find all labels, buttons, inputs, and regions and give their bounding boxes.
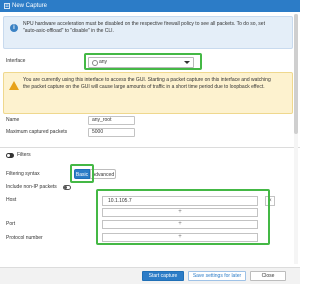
- scrollbar[interactable]: [294, 14, 298, 264]
- advanced-button[interactable]: Advanced: [90, 169, 116, 179]
- info-message: i NPU hardware acceleration must be disa…: [3, 16, 293, 49]
- warning-icon: [9, 81, 19, 90]
- start-capture-button[interactable]: Start capture: [142, 271, 184, 281]
- dialog-footer: Start capture Save settings for later Cl…: [0, 267, 300, 284]
- add-protocol-button[interactable]: +: [102, 233, 258, 242]
- include-non-ip-toggle[interactable]: [63, 185, 71, 190]
- close-button[interactable]: Close: [250, 271, 286, 281]
- save-settings-button[interactable]: Save settings for later: [188, 271, 246, 281]
- dialog-title: New Capture: [12, 3, 48, 9]
- name-label: Name: [6, 117, 20, 123]
- dialog-title-bar: New Capture: [0, 0, 300, 12]
- port-label: Port: [6, 221, 16, 227]
- interface-value: any: [99, 59, 108, 65]
- max-packets-label: Maximum captured packets: [6, 129, 68, 135]
- warning-text: You are currently using this interface t…: [23, 77, 271, 90]
- interface-radio-icon: [92, 60, 98, 66]
- max-packets-field[interactable]: 5000: [88, 128, 135, 137]
- interface-select[interactable]: any: [88, 57, 194, 68]
- remove-host-button[interactable]: ×: [265, 196, 275, 206]
- host-label: Host: [6, 197, 17, 203]
- interface-label: Interface: [6, 58, 26, 64]
- include-non-ip-label: Include non-IP packets: [6, 184, 57, 190]
- warning-message: You are currently using this interface t…: [3, 72, 293, 114]
- filters-toggle[interactable]: [6, 153, 14, 158]
- filtering-syntax-label: Filtering syntax: [6, 171, 40, 177]
- protocol-number-label: Protocol number: [6, 235, 43, 241]
- info-text: NPU hardware acceleration must be disabl…: [23, 21, 265, 34]
- add-port-button[interactable]: +: [102, 220, 258, 229]
- capture-icon: [4, 3, 10, 9]
- scrollbar-thumb[interactable]: [294, 14, 298, 134]
- chevron-down-icon: [184, 61, 190, 64]
- section-divider: [0, 147, 300, 148]
- name-field[interactable]: any_root: [88, 116, 135, 125]
- basic-button[interactable]: Basic: [74, 169, 90, 179]
- host-input[interactable]: 10.1.105.7: [102, 196, 258, 206]
- info-icon: i: [10, 24, 18, 32]
- filters-label: Filters: [17, 152, 31, 158]
- add-host-button[interactable]: +: [102, 208, 258, 217]
